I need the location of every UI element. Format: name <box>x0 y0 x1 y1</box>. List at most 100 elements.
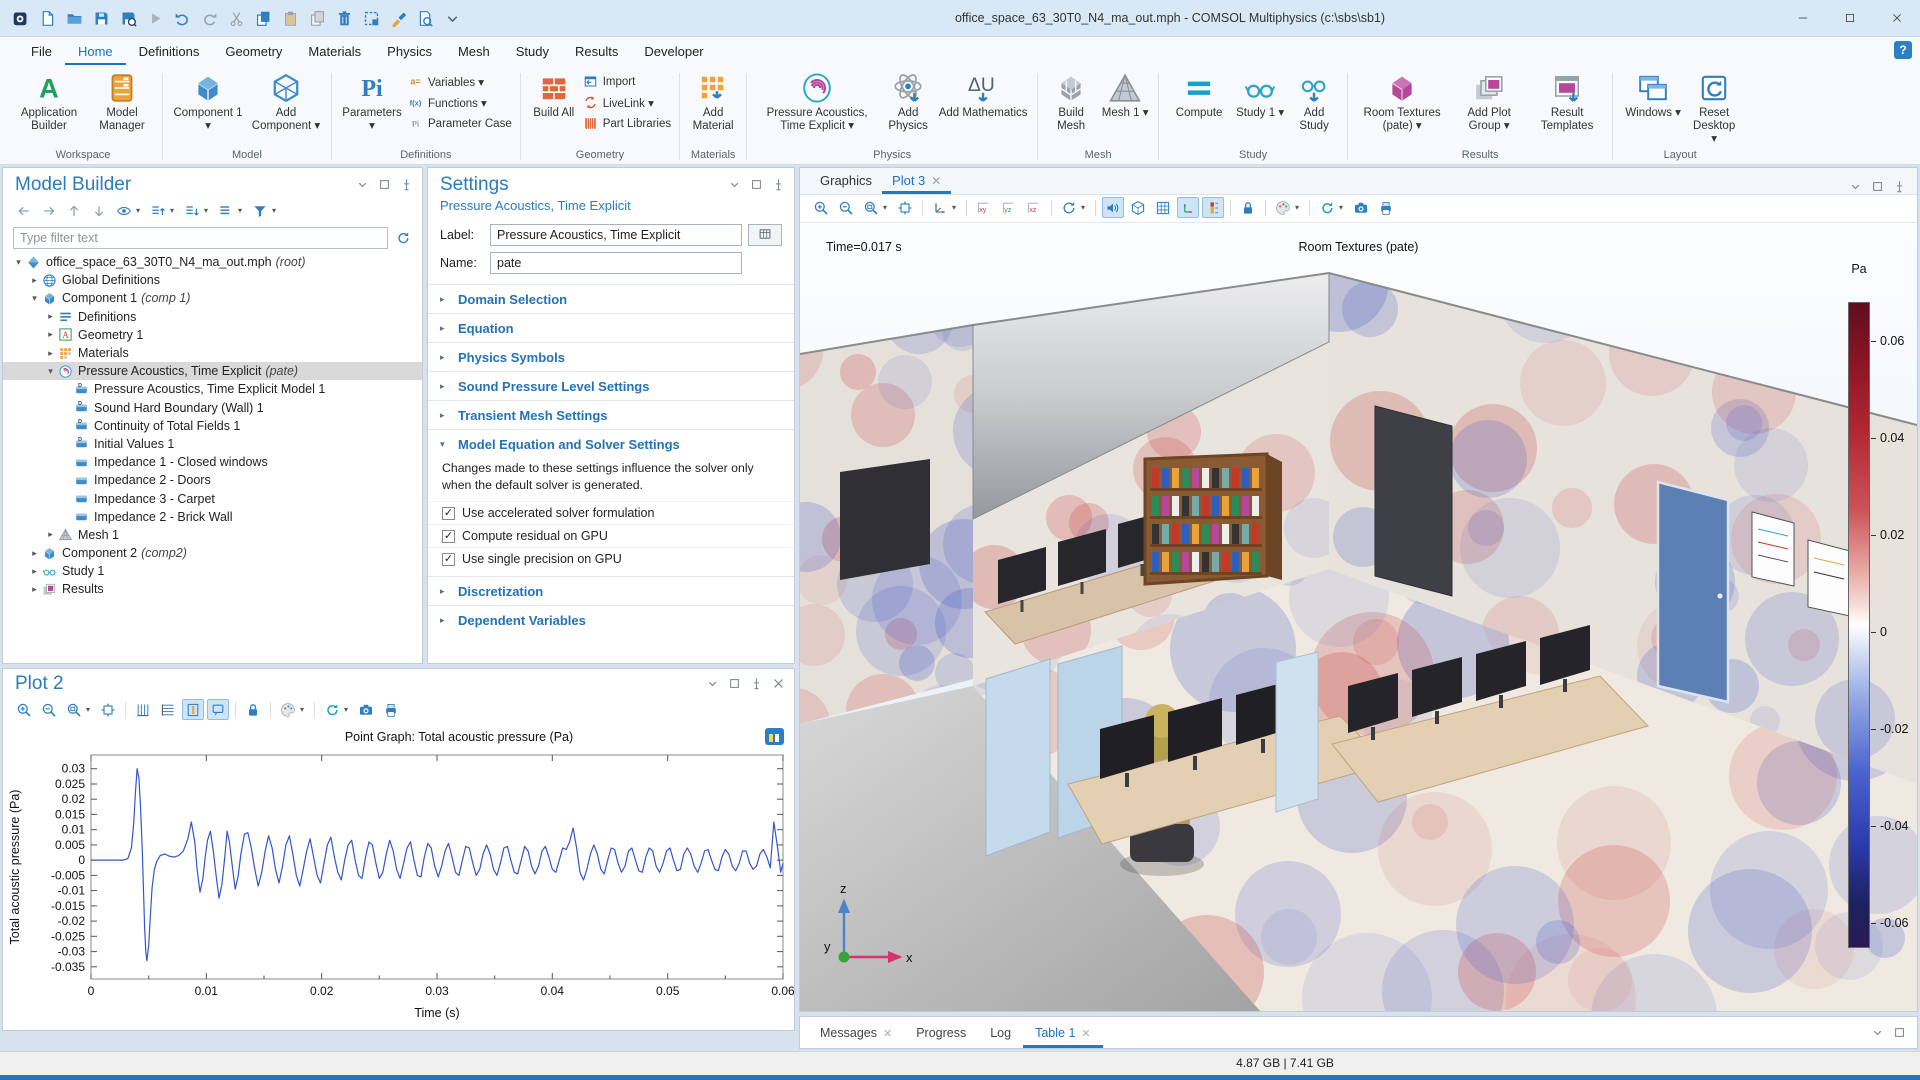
tree-item[interactable]: ▸ Results <box>3 580 422 598</box>
image-snapshot-button[interactable] <box>355 699 377 720</box>
show-grid-button[interactable] <box>1152 197 1174 218</box>
tree-expander-icon[interactable]: ▸ <box>27 584 42 595</box>
panel-menu-icon[interactable] <box>1871 1026 1885 1040</box>
reset-desktop-button[interactable]: Reset Desktop ▾ <box>1689 69 1739 146</box>
name-field[interactable] <box>490 252 742 274</box>
close-tab-icon[interactable]: ✕ <box>1081 1027 1090 1040</box>
maximize-button[interactable] <box>1827 0 1874 37</box>
move-up-button[interactable] <box>63 200 85 221</box>
tab-graphics[interactable]: Graphics <box>810 169 882 194</box>
result-templates-button[interactable]: Result Templates <box>1530 69 1604 133</box>
plot-update-button[interactable] <box>321 699 343 720</box>
show-legends-button[interactable] <box>207 699 229 720</box>
checkbox-residual-gpu[interactable]: ✓ Compute residual on GPU <box>428 524 794 547</box>
rename-button[interactable] <box>748 224 782 246</box>
float-panel-icon[interactable] <box>1871 180 1885 194</box>
tree-expander-icon[interactable]: ▸ <box>43 348 58 359</box>
run-button[interactable] <box>145 8 165 28</box>
tree-item[interactable]: Impedance 3 - Carpet <box>3 489 422 507</box>
y-axis-log-button[interactable] <box>157 699 179 720</box>
scene-light-button[interactable] <box>1272 197 1294 218</box>
tab-table1[interactable]: Table 1 ✕ <box>1023 1020 1103 1048</box>
filter-button[interactable] <box>249 200 271 221</box>
zoom-box-button[interactable] <box>63 699 85 720</box>
menu-physics[interactable]: Physics <box>374 40 445 65</box>
tree-expander-icon[interactable]: ▾ <box>27 293 42 304</box>
model-manager-button[interactable]: Model Manager <box>90 69 154 133</box>
float-panel-icon[interactable] <box>728 677 742 691</box>
print-button[interactable] <box>1375 197 1397 218</box>
tree-item[interactable]: ▾ Pressure Acoustics, Time Explicit (pate) <box>3 362 422 381</box>
minimize-button[interactable] <box>1780 0 1827 37</box>
parameter-case-button[interactable]: Pi Parameter Case <box>408 116 512 131</box>
menu-home[interactable]: Home <box>64 40 126 65</box>
tree-expander-icon[interactable]: ▾ <box>11 257 26 268</box>
zoom-extents-button[interactable] <box>97 699 119 720</box>
save-button[interactable] <box>91 8 111 28</box>
section-transient-mesh[interactable]: ▸ Transient Mesh Settings <box>428 400 794 429</box>
tree-item[interactable]: ▸ Study 1 <box>3 562 422 580</box>
delete-button[interactable] <box>334 8 354 28</box>
forward-button[interactable] <box>38 200 60 221</box>
add-study-button[interactable]: Add Study <box>1289 69 1339 133</box>
application-builder-button[interactable]: A Application Builder <box>12 69 86 133</box>
tab-log[interactable]: Log <box>978 1020 1023 1048</box>
pin-panel-icon[interactable] <box>750 677 764 691</box>
color-theme-button[interactable] <box>277 699 299 720</box>
tree-expander-icon[interactable]: ▸ <box>27 275 42 286</box>
pin-panel-icon[interactable] <box>1893 180 1907 194</box>
tree-expander-icon[interactable]: ▸ <box>43 529 58 540</box>
checkbox-single-precision-gpu[interactable]: ✓ Use single precision on GPU <box>428 547 794 570</box>
move-down-button[interactable] <box>88 200 110 221</box>
close-button[interactable] <box>1873 0 1920 37</box>
copy-button[interactable] <box>253 8 273 28</box>
pin-panel-icon[interactable] <box>772 178 786 192</box>
add-plot-group-button[interactable]: Add Plot Group ▾ <box>1452 69 1526 133</box>
rotate-view-button[interactable] <box>1058 197 1080 218</box>
save-as-button[interactable] <box>118 8 138 28</box>
add-component-button[interactable]: Add Component ▾ <box>249 69 323 133</box>
import-button[interactable]: Import <box>583 74 671 89</box>
zoom-in-button[interactable] <box>13 699 35 720</box>
refresh-icon[interactable] <box>392 228 414 249</box>
compute-button[interactable]: Compute <box>1167 69 1231 120</box>
menu-mesh[interactable]: Mesh <box>445 40 503 65</box>
tree-item[interactable]: ▸ A Geometry 1 <box>3 326 422 344</box>
zoom-out-button[interactable] <box>38 699 60 720</box>
default-view-button[interactable] <box>929 197 951 218</box>
tree-expander-icon[interactable]: ▸ <box>43 329 58 340</box>
add-mathematics-button[interactable]: ΔU Add Mathematics <box>937 69 1029 120</box>
tree-item[interactable]: ▾ office_space_63_30T0_N4_ma_out.mph (root… <box>3 253 422 271</box>
undo-button[interactable] <box>172 8 192 28</box>
open-button[interactable] <box>64 8 84 28</box>
float-panel-icon[interactable] <box>1893 1026 1907 1040</box>
tree-item[interactable]: D Sound Hard Boundary (Wall) 1 <box>3 399 422 417</box>
material-sweep-button[interactable] <box>388 8 408 28</box>
expand-all-button[interactable] <box>181 200 203 221</box>
find-button[interactable] <box>415 8 435 28</box>
section-model-equation[interactable]: ▾ Model Equation and Solver Settings <box>428 429 794 458</box>
section-spl-settings[interactable]: ▸ Sound Pressure Level Settings <box>428 371 794 400</box>
tree-item[interactable]: ▸ Definitions <box>3 308 422 326</box>
print-button[interactable] <box>380 699 402 720</box>
windows-button[interactable]: Windows ▾ <box>1621 69 1685 120</box>
tree-item[interactable]: D Pressure Acoustics, Time Explicit Model… <box>3 380 422 398</box>
menu-developer[interactable]: Developer <box>631 40 716 65</box>
zoom-in-button[interactable] <box>810 197 832 218</box>
menu-file[interactable]: File <box>18 40 65 65</box>
checkbox-accelerated-solver[interactable]: ✓ Use accelerated solver formulation <box>428 501 794 524</box>
close-tab-icon[interactable]: ✕ <box>883 1027 892 1040</box>
section-physics-symbols[interactable]: ▸ Physics Symbols <box>428 342 794 371</box>
add-material-button[interactable]: Add Material <box>688 69 738 133</box>
tree-item[interactable]: Impedance 2 - Doors <box>3 471 422 489</box>
xz-view-button[interactable]: xz <box>1023 197 1045 218</box>
xy-view-button[interactable]: xy <box>973 197 995 218</box>
transparency-button[interactable] <box>1127 197 1149 218</box>
close-panel-icon[interactable] <box>772 677 786 691</box>
collapse-all-button[interactable] <box>147 200 169 221</box>
panel-menu-icon[interactable] <box>706 677 720 691</box>
show-color-legend-button[interactable] <box>1202 197 1224 218</box>
component-1-button[interactable]: Component 1 ▾ <box>171 69 245 133</box>
tree-item[interactable]: Impedance 1 - Closed windows <box>3 453 422 471</box>
panel-menu-icon[interactable] <box>728 178 742 192</box>
